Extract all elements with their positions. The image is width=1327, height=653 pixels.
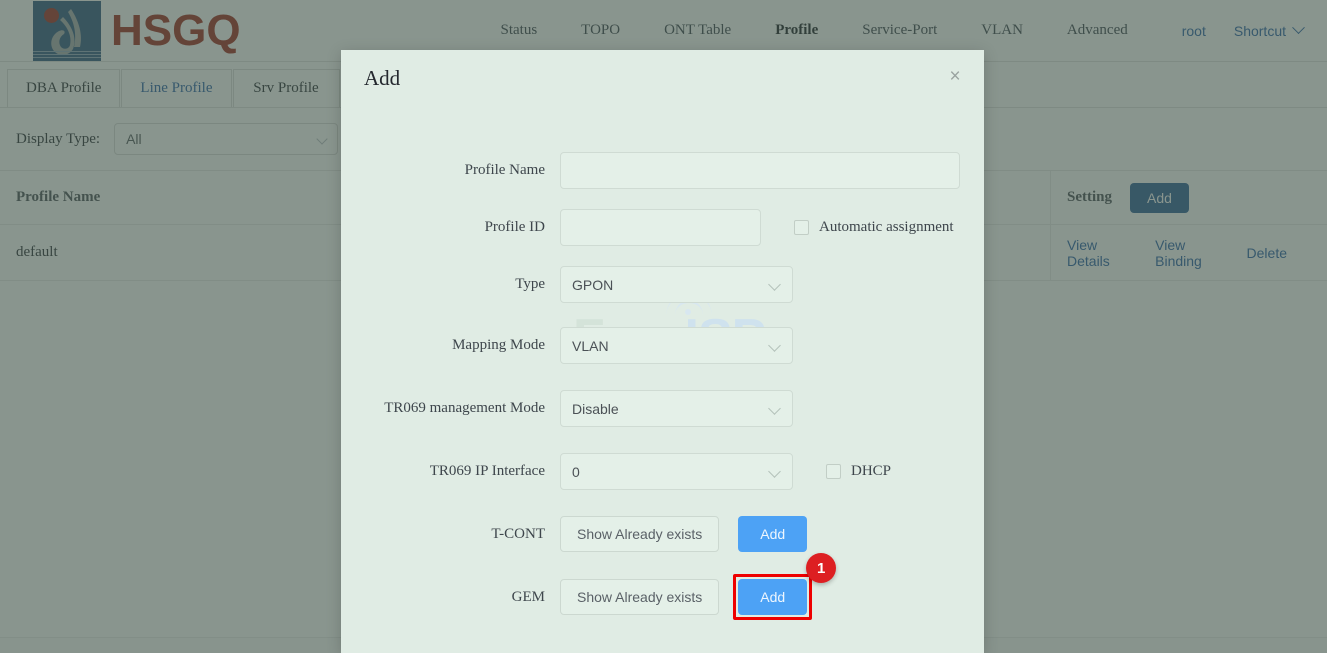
chevron-down-icon <box>768 465 781 478</box>
dialog-title: Add <box>364 66 401 90</box>
profile-id-input[interactable] <box>560 209 761 246</box>
annotation-step-badge: 1 <box>806 553 837 583</box>
dhcp-checkbox-group: DHCP <box>826 463 891 480</box>
field-row-tr069-management-mode: TR069 management Mode Disable <box>341 390 984 427</box>
tr069-management-mode-label: TR069 management Mode <box>384 400 545 416</box>
tr069-ip-interface-label: TR069 IP Interface <box>429 463 545 479</box>
chevron-down-icon <box>768 339 781 352</box>
mapping-mode-value: VLAN <box>572 337 609 354</box>
mapping-mode-label: Mapping Mode <box>452 337 545 353</box>
dialog-header: Add × <box>341 50 984 108</box>
tcont-label: T-CONT <box>491 525 545 542</box>
tcont-add-button[interactable]: Add <box>738 516 808 552</box>
field-row-type: Type GPON <box>341 266 984 303</box>
close-icon[interactable]: × <box>944 67 966 89</box>
tr069-ip-interface-select[interactable]: 0 <box>560 453 793 490</box>
gem-label: GEM <box>511 588 545 605</box>
field-row-mapping-mode: Mapping Mode VLAN <box>341 327 984 364</box>
automatic-assignment-label: Automatic assignment <box>819 219 954 235</box>
chevron-down-icon <box>768 402 781 415</box>
tr069-management-mode-value: Disable <box>572 400 619 417</box>
field-row-profile-name: Profile Name <box>341 152 984 189</box>
gem-add-button[interactable]: Add <box>738 579 808 615</box>
gem-show-existing-button[interactable]: Show Already exists <box>560 579 720 615</box>
field-row-tr069-ip-interface: TR069 IP Interface 0 DHCP <box>341 453 984 490</box>
tr069-ip-interface-value: 0 <box>572 463 580 480</box>
profile-id-label: Profile ID <box>484 219 545 235</box>
tr069-management-mode-select[interactable]: Disable <box>560 390 793 427</box>
automatic-assignment-checkbox[interactable] <box>794 220 809 235</box>
add-profile-form: Profile Name Profile ID Automatic assign… <box>341 108 984 620</box>
type-value: GPON <box>572 276 614 293</box>
field-row-gem: GEM Show Already exists Add 1 <box>341 553 984 620</box>
chevron-down-icon <box>768 278 781 291</box>
add-profile-dialog: Add × ForoISP Profile Name Profile ID Au… <box>341 50 984 653</box>
gem-add-highlight-group: Add 1 <box>733 553 837 620</box>
type-select[interactable]: GPON <box>560 266 793 303</box>
dhcp-label: DHCP <box>851 463 892 479</box>
profile-name-input[interactable] <box>560 152 960 189</box>
automatic-assignment-checkbox-group: Automatic assignment <box>794 219 954 236</box>
mapping-mode-select[interactable]: VLAN <box>560 327 793 364</box>
profile-name-label: Profile Name <box>464 162 545 178</box>
field-row-tcont: T-CONT Show Already exists Add <box>341 516 984 552</box>
tcont-show-existing-button[interactable]: Show Already exists <box>560 516 720 552</box>
type-label: Type <box>515 276 545 292</box>
field-row-profile-id: Profile ID Automatic assignment <box>341 209 984 246</box>
dhcp-checkbox[interactable] <box>826 464 841 479</box>
